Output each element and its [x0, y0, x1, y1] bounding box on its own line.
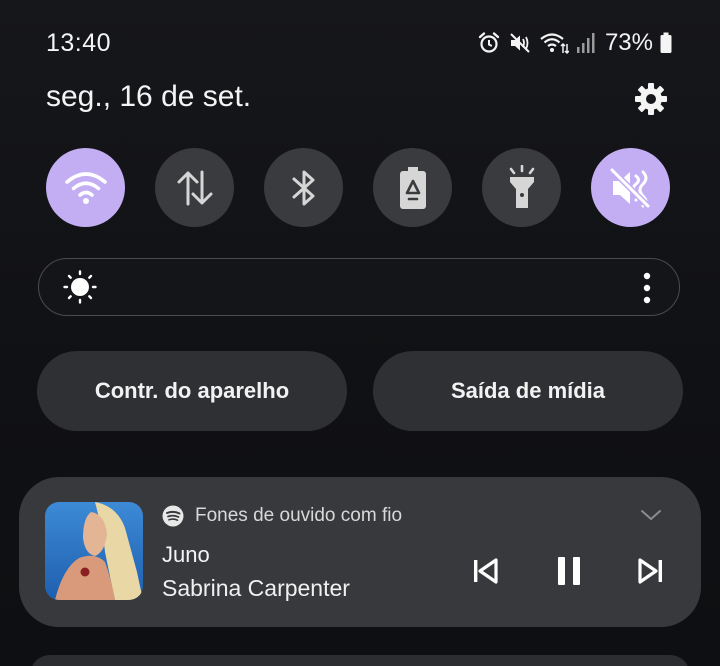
skip-previous-icon	[474, 558, 498, 584]
wifi-status-icon	[539, 31, 569, 55]
data-arrows-icon	[177, 170, 212, 205]
bluetooth-icon	[292, 170, 314, 205]
output-device-label: Fones de ouvido com fio	[195, 505, 403, 526]
sun-icon	[63, 270, 97, 304]
gear-icon	[635, 83, 667, 115]
album-art	[45, 502, 143, 600]
chevron-down-icon[interactable]	[639, 507, 663, 523]
date-label: seg., 16 de set.	[46, 80, 252, 113]
toggle-flashlight[interactable]	[482, 148, 561, 227]
media-player-card[interactable]: Fones de ouvido com fio Juno Sabrina Car…	[19, 477, 701, 627]
toggle-bluetooth[interactable]	[264, 148, 343, 227]
toggle-mobile-data[interactable]	[155, 148, 234, 227]
battery-icon	[660, 32, 672, 54]
pause-icon	[558, 557, 580, 585]
clock: 13:40	[46, 28, 112, 57]
battery-saver-icon	[399, 166, 426, 209]
signal-icon	[576, 32, 596, 54]
battery-percent: 73%	[604, 29, 653, 56]
mute-icon	[609, 167, 650, 208]
alarm-icon	[477, 31, 501, 55]
notification-panel: 13:40 73% seg., 16 de set. Contr. do apa…	[0, 0, 720, 666]
track-title: Juno	[162, 542, 210, 567]
pause-button[interactable]	[549, 553, 589, 589]
status-bar: 13:40 73%	[46, 26, 672, 60]
device-control-button[interactable]: Contr. do aparelho	[37, 351, 347, 431]
mute-icon	[508, 31, 532, 55]
media-output-button[interactable]: Saída de mídia	[373, 351, 683, 431]
status-icons: 73%	[477, 29, 672, 57]
skip-next-icon	[638, 558, 662, 584]
next-track-button[interactable]	[631, 553, 671, 589]
media-source-row: Fones de ouvido com fio	[162, 505, 402, 527]
wifi-icon	[64, 171, 107, 204]
settings-button[interactable]	[630, 78, 672, 120]
toggle-wifi[interactable]	[46, 148, 125, 227]
track-artist: Sabrina Carpenter	[162, 575, 350, 601]
more-options-icon[interactable]	[641, 272, 653, 304]
toggle-sound-mute[interactable]	[591, 148, 670, 227]
flashlight-icon	[509, 164, 534, 208]
spotify-icon	[162, 505, 184, 527]
next-notification-card[interactable]	[30, 655, 690, 666]
previous-track-button[interactable]	[465, 553, 505, 589]
brightness-slider[interactable]	[38, 258, 680, 316]
toggle-power-saving[interactable]	[373, 148, 452, 227]
